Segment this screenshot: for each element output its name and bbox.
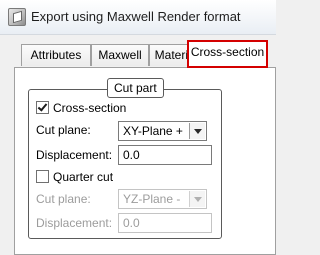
quarter-cut-label: Quarter cut xyxy=(53,170,114,184)
tab-attributes[interactable]: Attributes xyxy=(21,44,91,66)
tab-cross-section[interactable]: Cross-section xyxy=(187,40,268,68)
displacement-label: Displacement: xyxy=(36,148,113,162)
chevron-down-icon[interactable] xyxy=(189,191,205,207)
cross-section-label: Cross-section xyxy=(53,101,127,115)
chevron-down-icon[interactable] xyxy=(189,123,205,139)
window-title: Export using Maxwell Render format xyxy=(31,9,241,24)
title-bar: Export using Maxwell Render format xyxy=(0,0,276,35)
quarter-cut-plane-value: YZ-Plane - xyxy=(123,192,181,206)
cross-section-checkbox[interactable] xyxy=(36,101,49,114)
quarter-cut-plane-label: Cut plane: xyxy=(36,192,91,206)
export-app-icon xyxy=(8,8,26,26)
quarter-displacement-label: Displacement: xyxy=(36,216,113,230)
cut-plane-select[interactable]: XY-Plane + xyxy=(118,121,207,141)
tab-maxwell[interactable]: Maxwell xyxy=(91,44,149,66)
quarter-cut-checkbox[interactable] xyxy=(36,170,49,183)
displacement-field[interactable]: 0.0 xyxy=(118,145,212,165)
cut-plane-value: XY-Plane + xyxy=(123,124,183,138)
cut-part-group: Cut part Cross-section Cut plane: XY-Pla… xyxy=(28,78,222,239)
cut-part-title: Cut part xyxy=(107,78,164,98)
quarter-cut-checkbox-row[interactable]: Quarter cut xyxy=(36,170,113,184)
cut-plane-label: Cut plane: xyxy=(36,123,91,137)
cross-section-checkbox-row[interactable]: Cross-section xyxy=(36,101,126,115)
quarter-cut-plane-select[interactable]: YZ-Plane - xyxy=(118,189,207,209)
tab-panel-cross-section: Cut part Cross-section Cut plane: XY-Pla… xyxy=(14,67,276,255)
quarter-displacement-field[interactable]: 0.0 xyxy=(118,213,212,233)
